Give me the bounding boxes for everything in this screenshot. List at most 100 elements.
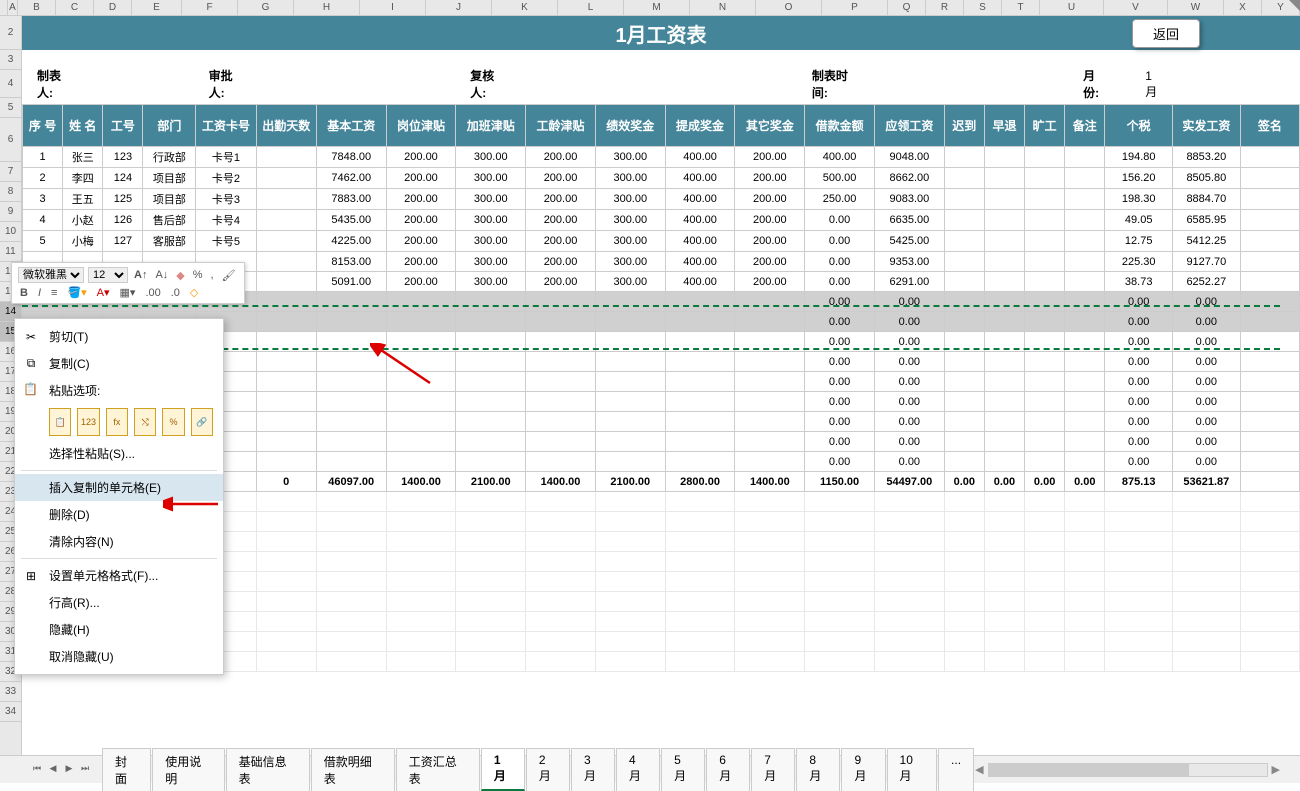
comma-icon[interactable]: , [209,269,216,281]
cell-tax[interactable]: 0.00 [1105,412,1173,432]
cell-post[interactable]: 200.00 [386,272,456,292]
col-header-J[interactable]: J [426,0,492,15]
col-header-B[interactable]: B [18,0,56,15]
cell-loan[interactable]: 0.00 [805,210,875,231]
cell-note[interactable] [1065,432,1105,452]
cell-tax[interactable]: 0.00 [1105,292,1173,312]
cell-sign[interactable] [1240,372,1299,392]
sheet-tab-工资汇总表[interactable]: 工资汇总表 [396,748,480,791]
cell-perf[interactable] [595,312,665,332]
col-header-L[interactable]: L [558,0,624,15]
return-button[interactable]: 返回 [1132,19,1200,48]
cell-base[interactable]: 7883.00 [316,189,386,210]
cell-net[interactable]: 6585.95 [1173,210,1241,231]
cell-age[interactable] [526,372,596,392]
row-header-5[interactable]: 5 [0,98,21,118]
cell-ot[interactable] [456,312,526,332]
bold-button[interactable]: B [18,287,30,299]
col-header-R[interactable]: R [926,0,964,15]
cell-post[interactable]: 200.00 [386,147,456,168]
menu-unhide[interactable]: 取消隐藏(U) [15,643,223,670]
cell-days[interactable] [256,147,316,168]
sheet-tab-...[interactable]: ... [938,748,974,791]
cell-tax[interactable]: 12.75 [1105,231,1173,252]
col-header-D[interactable]: D [94,0,132,15]
cell-comm[interactable]: 400.00 [665,231,735,252]
horizontal-scrollbar[interactable] [988,763,1268,777]
cell-loan[interactable]: 0.00 [805,412,875,432]
table-row[interactable]: 2李四124项目部卡号27462.00200.00300.00200.00300… [23,168,1300,189]
fontsize-select[interactable]: 12 [88,267,128,283]
cell-card[interactable]: 卡号3 [196,189,256,210]
cell-name[interactable]: 王五 [63,189,103,210]
cell-comm[interactable] [665,312,735,332]
cell-late[interactable] [944,147,984,168]
cell-id[interactable]: 126 [103,210,143,231]
cell-no[interactable]: 1 [23,147,63,168]
cell-days[interactable] [256,392,316,412]
cell-base[interactable] [316,292,386,312]
cell-sign[interactable] [1240,412,1299,432]
col-header-C[interactable]: C [56,0,94,15]
cell-tax[interactable]: 156.20 [1105,168,1173,189]
cell-early[interactable] [984,189,1024,210]
cell-age[interactable] [526,312,596,332]
cell-note[interactable] [1065,252,1105,272]
col-header-G[interactable]: G [238,0,294,15]
cell-perf[interactable]: 300.00 [595,272,665,292]
cell-card[interactable]: 卡号2 [196,168,256,189]
col-header-P[interactable]: P [822,0,888,15]
cell-absent[interactable] [1025,432,1065,452]
sheet-tab-3月[interactable]: 3月 [571,748,615,791]
cell-late[interactable] [944,452,984,472]
cell-ot[interactable]: 300.00 [456,210,526,231]
cell-early[interactable] [984,432,1024,452]
cell-gross[interactable]: 0.00 [874,312,944,332]
decimal-inc-icon[interactable]: .00 [143,287,162,299]
cell-net[interactable]: 8853.20 [1173,147,1241,168]
decrease-font-icon[interactable]: A↓ [153,269,170,281]
cell-net[interactable]: 0.00 [1173,372,1241,392]
cell-net[interactable]: 8884.70 [1173,189,1241,210]
cell-tax[interactable]: 0.00 [1105,312,1173,332]
format-painter-icon[interactable]: 🖌 [220,269,238,282]
cell-other[interactable] [735,452,805,472]
cell-ot[interactable] [456,432,526,452]
select-all-corner[interactable] [0,0,8,15]
cell-base[interactable]: 7848.00 [316,147,386,168]
cell-gross[interactable]: 0.00 [874,352,944,372]
cell-age[interactable] [526,452,596,472]
tab-nav-last[interactable]: ⏭ [78,763,92,777]
scroll-right-icon[interactable]: ▶ [1272,763,1280,776]
menu-clear[interactable]: 清除内容(N) [15,528,223,555]
cell-sign[interactable] [1240,352,1299,372]
cell-days[interactable] [256,189,316,210]
col-header-I[interactable]: I [360,0,426,15]
cell-ot[interactable]: 300.00 [456,252,526,272]
col-header-M[interactable]: M [624,0,690,15]
cell-base[interactable] [316,392,386,412]
cell-ot[interactable]: 300.00 [456,231,526,252]
cell-absent[interactable] [1025,147,1065,168]
cell-id[interactable]: 127 [103,231,143,252]
paste-all-icon[interactable]: 📋 [49,408,71,436]
cell-net[interactable]: 0.00 [1173,292,1241,312]
cell-age[interactable]: 200.00 [526,189,596,210]
cell-days[interactable] [256,252,316,272]
cell-absent[interactable] [1025,372,1065,392]
col-header-H[interactable]: H [294,0,360,15]
cell-comm[interactable] [665,452,735,472]
cell-comm[interactable]: 400.00 [665,147,735,168]
cell-absent[interactable] [1025,392,1065,412]
row-header-9[interactable]: 9 [0,202,21,222]
cell-early[interactable] [984,372,1024,392]
total-loan[interactable]: 1150.00 [805,472,875,492]
tab-nav-first[interactable]: ⏮ [30,763,44,777]
row-header-7[interactable]: 7 [0,162,21,182]
cell-days[interactable] [256,372,316,392]
col-header-O[interactable]: O [756,0,822,15]
cell-ot[interactable] [456,392,526,412]
cell-other[interactable]: 200.00 [735,168,805,189]
cell-post[interactable] [386,392,456,412]
cell-other[interactable] [735,412,805,432]
